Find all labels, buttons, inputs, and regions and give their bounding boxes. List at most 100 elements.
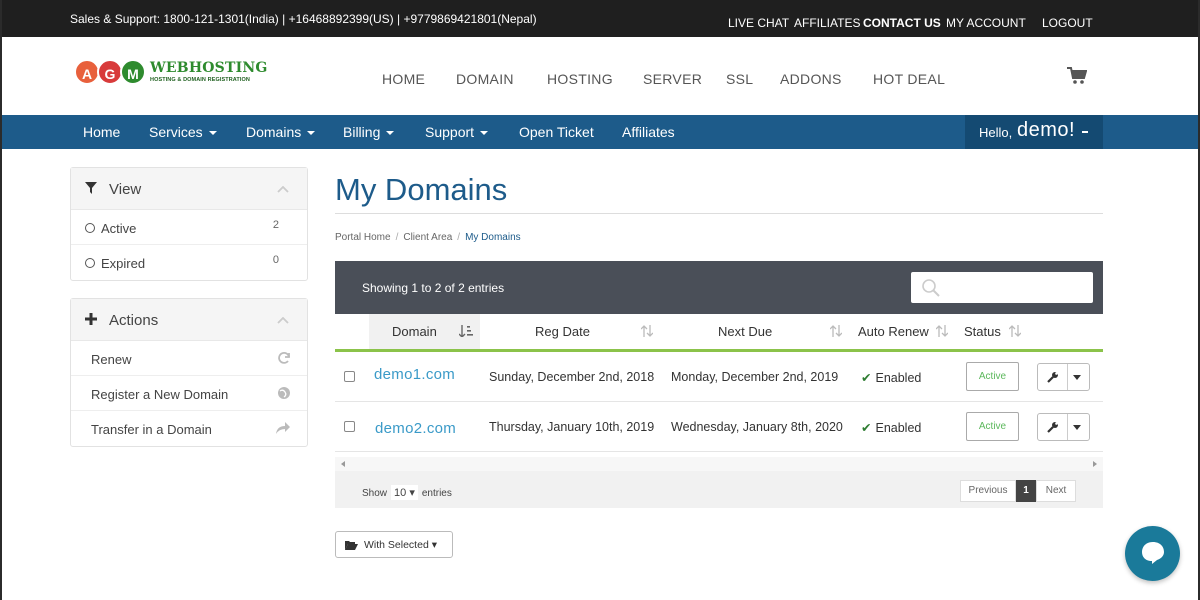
view-filter-expired[interactable]: Expired 0 (71, 245, 307, 280)
sort-icon[interactable] (936, 325, 948, 337)
main-nav-hosting[interactable]: HOSTING (547, 71, 613, 87)
top-bar: Sales & Support: 1800-121-1301(India) | … (0, 0, 1200, 37)
row-actions-button[interactable] (1037, 363, 1090, 391)
check-icon: ✔ (861, 421, 872, 435)
search-input[interactable] (945, 278, 1085, 296)
filter-icon (85, 182, 97, 194)
action-register-domain[interactable]: Register a New Domain (71, 376, 307, 411)
sort-icon[interactable] (641, 325, 653, 337)
site-header: A G M WEBHOSTING HOSTING & DOMAIN REGIST… (0, 37, 1200, 115)
refresh-icon (278, 352, 290, 364)
main-nav-home[interactable]: HOME (382, 71, 425, 87)
client-nav-home[interactable]: Home (83, 124, 120, 140)
user-menu[interactable]: Hello, demo! (965, 115, 1103, 149)
page-size-select[interactable]: 10 ▾ (391, 485, 418, 500)
view-filter-count: 0 (272, 254, 279, 266)
globe-icon (278, 387, 290, 399)
row-checkbox[interactable] (344, 421, 355, 432)
logo-brand-text: WEBHOSTING (150, 60, 268, 76)
table-row: demo1.com Sunday, December 2nd, 2018 Mon… (335, 352, 1103, 402)
table-search[interactable] (911, 272, 1093, 303)
scroll-left-icon[interactable] (341, 461, 345, 467)
breadcrumb-current: My Domains (465, 232, 521, 243)
caret-down-icon (208, 131, 217, 136)
column-next-due[interactable]: Next Due (718, 324, 772, 339)
page-title: My Domains (335, 172, 508, 207)
cart-icon[interactable] (1067, 67, 1087, 85)
status-badge: Active (966, 412, 1019, 441)
table-footer: Show 10 ▾ entries Previous 1 Next (335, 471, 1103, 508)
affiliates-top-link[interactable]: AFFILIATES (794, 16, 860, 30)
sort-icon[interactable] (1009, 325, 1021, 337)
main-nav-hot-deal[interactable]: HOT DEAL (873, 71, 945, 87)
sort-asc-icon[interactable] (459, 325, 473, 337)
client-nav-billing[interactable]: Billing (343, 124, 395, 140)
column-auto-renew[interactable]: Auto Renew (858, 324, 929, 339)
client-nav-open-ticket[interactable]: Open Ticket (519, 124, 594, 140)
main-nav-server[interactable]: SERVER (643, 71, 702, 87)
radio-icon (85, 223, 95, 233)
action-renew[interactable]: Renew (71, 341, 307, 376)
sort-icon[interactable] (830, 325, 842, 337)
actions-panel-title: Actions (109, 312, 159, 329)
caret-down-icon[interactable] (1073, 425, 1081, 430)
logo[interactable]: A G M WEBHOSTING HOSTING & DOMAIN REGIST… (74, 59, 274, 89)
show-label: Show (362, 488, 388, 499)
next-page-button[interactable]: Next (1036, 480, 1076, 502)
view-filter-active[interactable]: Active 2 (71, 210, 307, 245)
action-transfer-domain[interactable]: Transfer in a Domain (71, 411, 307, 446)
chevron-up-icon[interactable] (277, 317, 289, 324)
contact-us-link[interactable]: CONTACT US (863, 16, 941, 30)
main-nav-domain[interactable]: DOMAIN (456, 71, 514, 87)
column-status[interactable]: Status (964, 324, 1001, 339)
view-panel-header[interactable]: View (71, 168, 307, 210)
manage-button[interactable] (1038, 414, 1068, 440)
row-checkbox[interactable] (344, 371, 355, 382)
logout-link[interactable]: LOGOUT (1042, 16, 1093, 30)
caret-down-icon[interactable] (1073, 375, 1081, 380)
scroll-right-icon[interactable] (1093, 461, 1097, 467)
search-icon (922, 279, 940, 297)
breadcrumb-portal-home[interactable]: Portal Home (335, 232, 391, 243)
action-label: Renew (91, 352, 132, 367)
table-toolbar: Showing 1 to 2 of 2 entries (335, 261, 1103, 314)
caret-down-icon (1082, 131, 1088, 133)
main-nav-addons[interactable]: ADDONS (780, 71, 842, 87)
view-filter-label: Expired (101, 256, 146, 271)
manage-button[interactable] (1038, 364, 1068, 390)
domain-link[interactable]: demo2.com (375, 420, 456, 437)
client-nav-services[interactable]: Services (149, 124, 217, 140)
breadcrumb-client-area[interactable]: Client Area (403, 232, 452, 243)
domain-link[interactable]: demo1.com (374, 366, 455, 383)
view-panel: View Active 2 Expired 0 (70, 167, 308, 281)
client-nav-support[interactable]: Support (425, 124, 489, 140)
client-nav-affiliates[interactable]: Affiliates (622, 124, 675, 140)
main-nav-ssl[interactable]: SSL (726, 71, 753, 87)
view-panel-title: View (109, 181, 142, 198)
column-domain[interactable]: Domain (392, 324, 437, 339)
chat-bubble-icon (1142, 542, 1164, 564)
previous-page-button[interactable]: Previous (960, 480, 1016, 502)
live-chat-link[interactable]: LIVE CHAT (728, 16, 789, 30)
chevron-up-icon[interactable] (277, 186, 289, 193)
table-row: demo2.com Thursday, January 10th, 2019 W… (335, 402, 1103, 452)
page-1-button[interactable]: 1 (1016, 480, 1036, 502)
table-info: Showing 1 to 2 of 2 entries (362, 281, 505, 295)
caret-down-icon (386, 131, 395, 136)
column-reg-date[interactable]: Reg Date (535, 324, 590, 339)
breadcrumb: Portal Home / Client Area / My Domains (335, 232, 521, 243)
window-frame-left (0, 0, 2, 600)
horizontal-scrollbar[interactable] (335, 457, 1103, 471)
client-nav-domains[interactable]: Domains (246, 124, 316, 140)
row-actions-button[interactable] (1037, 413, 1090, 441)
page-size-value: 10 (394, 487, 407, 499)
logo-tagline: HOSTING & DOMAIN REGISTRATION (150, 77, 250, 83)
chat-widget-button[interactable] (1125, 526, 1180, 581)
caret-down-icon (307, 131, 316, 136)
with-selected-button[interactable]: With Selected ▾ (335, 531, 453, 558)
my-account-link[interactable]: MY ACCOUNT (946, 16, 1026, 30)
domain-cell: demo1.com (369, 356, 480, 398)
next-due-cell: Monday, December 2nd, 2019 (671, 370, 839, 384)
actions-panel-header[interactable]: Actions (71, 299, 307, 341)
page-size-control: Show 10 ▾ entries (362, 485, 452, 500)
